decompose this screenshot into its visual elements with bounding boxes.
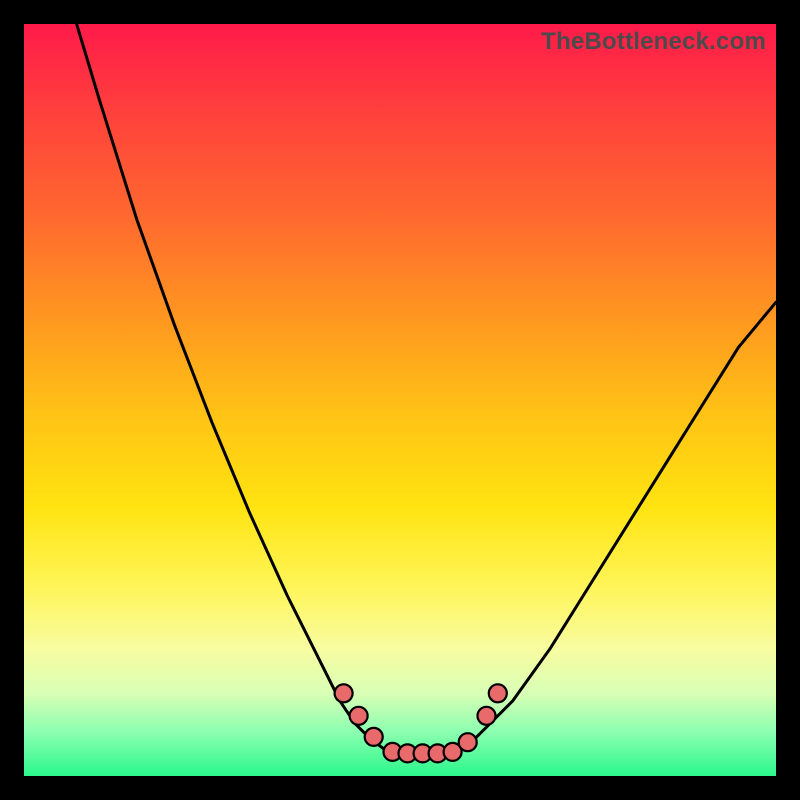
chart-plot-area: TheBottleneck.com (24, 24, 776, 776)
marker-point (350, 707, 368, 725)
bottleneck-curve (77, 24, 776, 753)
chart-svg (24, 24, 776, 776)
marker-point (335, 684, 353, 702)
marker-point (365, 728, 383, 746)
curve-markers (335, 684, 507, 762)
marker-point (489, 684, 507, 702)
curve-lines (77, 24, 776, 753)
marker-point (459, 733, 477, 751)
chart-frame: TheBottleneck.com (0, 0, 800, 800)
marker-point (478, 707, 496, 725)
